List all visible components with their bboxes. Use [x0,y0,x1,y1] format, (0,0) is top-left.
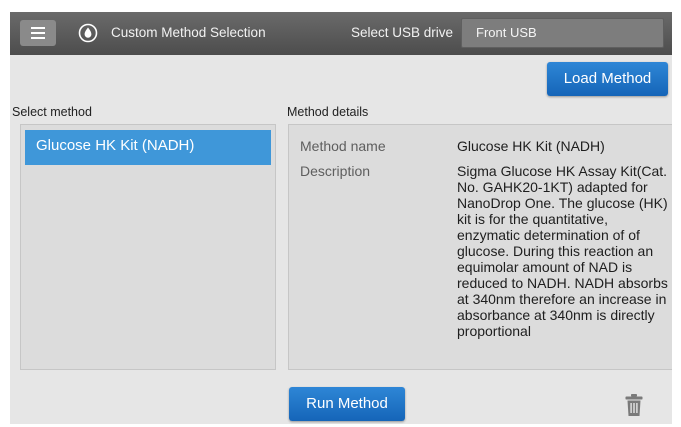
method-details-panel[interactable]: Method name Glucose HK Kit (NADH) Descri… [288,124,672,370]
trash-icon[interactable] [624,393,644,417]
page-title: Custom Method Selection [111,25,266,40]
method-name-value: Glucose HK Kit (NADH) [457,138,605,154]
top-bar: Custom Method Selection Select USB drive… [10,12,672,55]
app-screen: Custom Method Selection Select USB drive… [10,12,672,424]
select-method-label: Select method [12,105,92,119]
method-details-label: Method details [287,105,369,119]
menu-icon[interactable] [20,20,56,46]
method-list[interactable]: Glucose HK Kit (NADH) [20,124,276,370]
usb-drive-label: Select USB drive [351,25,454,40]
description-key: Description [300,163,371,179]
nanodrop-logo-icon [78,23,98,43]
method-name-key: Method name [300,138,386,154]
load-method-button[interactable]: Load Method [547,62,668,96]
run-method-button[interactable]: Run Method [289,387,405,421]
usb-drive-select[interactable]: Front USB [461,18,664,48]
description-value: Sigma Glucose HK Assay Kit(Cat. No. GAHK… [457,163,668,339]
method-list-item[interactable]: Glucose HK Kit (NADH) [25,130,271,165]
